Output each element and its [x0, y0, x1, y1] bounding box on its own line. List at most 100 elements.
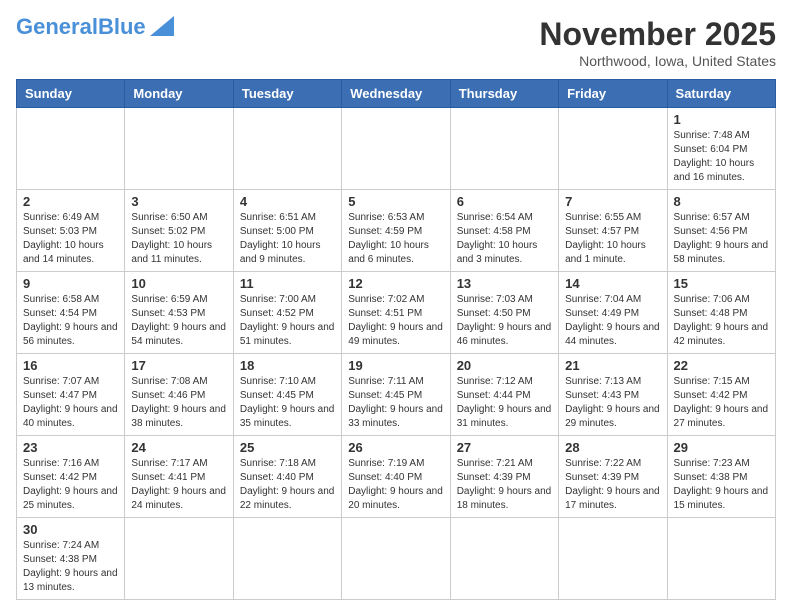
calendar-cell: 17Sunrise: 7:08 AM Sunset: 4:46 PM Dayli… — [125, 354, 233, 436]
day-info: Sunrise: 7:21 AM Sunset: 4:39 PM Dayligh… — [457, 457, 552, 513]
calendar-header-wednesday: Wednesday — [342, 80, 450, 108]
day-info: Sunrise: 6:51 AM Sunset: 5:00 PM Dayligh… — [240, 211, 335, 267]
calendar-header-thursday: Thursday — [450, 80, 558, 108]
day-number: 15 — [674, 276, 769, 291]
title-area: November 2025 Northwood, Iowa, United St… — [539, 16, 776, 69]
day-info: Sunrise: 7:17 AM Sunset: 4:41 PM Dayligh… — [131, 457, 226, 513]
logo-icon — [150, 16, 174, 36]
calendar-cell — [233, 518, 341, 600]
calendar-cell: 23 Sunrise: 7:16 AM Sunset: 4:42 PM Dayli… — [17, 436, 125, 518]
day-number: 11 — [240, 276, 335, 291]
calendar-cell: 16 Sunrise: 7:07 AM Sunset: 4:47 PM Dayli… — [17, 354, 125, 436]
calendar-cell: 14 Sunrise: 7:04 AM Sunset: 4:49 PM Dayli… — [559, 272, 667, 354]
calendar-week-4: 23 Sunrise: 7:16 AM Sunset: 4:42 PM Dayli… — [17, 436, 776, 518]
day-info: Sunrise: 7:48 AM Sunset: 6:04 PM Dayligh… — [674, 129, 769, 185]
day-info: Sunrise: 7:13 AM Sunset: 4:43 PM Dayligh… — [565, 375, 660, 431]
calendar-week-0: 1 Sunrise: 7:48 AM Sunset: 6:04 PM Daylig… — [17, 108, 776, 190]
month-title: November 2025 — [539, 16, 776, 53]
calendar-cell: 18 Sunrise: 7:10 AM Sunset: 4:45 PM Dayli… — [233, 354, 341, 436]
calendar-cell: 30Sunrise: 7:24 AM Sunset: 4:38 PM Dayli… — [17, 518, 125, 600]
day-number: 26 — [348, 440, 443, 455]
day-number: 10 — [131, 276, 226, 291]
day-number: 12 — [348, 276, 443, 291]
calendar-cell: 29Sunrise: 7:23 AM Sunset: 4:38 PM Dayli… — [667, 436, 775, 518]
calendar-cell: 2 Sunrise: 6:49 AM Sunset: 5:03 PM Daylig… — [17, 190, 125, 272]
calendar-cell: 11 Sunrise: 7:00 AM Sunset: 4:52 PM Dayli… — [233, 272, 341, 354]
calendar-cell: 13 Sunrise: 7:03 AM Sunset: 4:50 PM Dayli… — [450, 272, 558, 354]
day-info: Sunrise: 6:58 AM Sunset: 4:54 PM Dayligh… — [23, 293, 118, 349]
day-info: Sunrise: 6:49 AM Sunset: 5:03 PM Dayligh… — [23, 211, 118, 267]
day-info: Sunrise: 6:50 AM Sunset: 5:02 PM Dayligh… — [131, 211, 226, 267]
calendar-cell: 20 Sunrise: 7:12 AM Sunset: 4:44 PM Dayli… — [450, 354, 558, 436]
calendar-cell — [450, 108, 558, 190]
calendar-week-1: 2 Sunrise: 6:49 AM Sunset: 5:03 PM Daylig… — [17, 190, 776, 272]
day-number: 19 — [348, 358, 443, 373]
day-info: Sunrise: 7:03 AM Sunset: 4:50 PM Dayligh… — [457, 293, 552, 349]
calendar-header-row: SundayMondayTuesdayWednesdayThursdayFrid… — [17, 80, 776, 108]
day-number: 21 — [565, 358, 660, 373]
calendar-cell — [667, 518, 775, 600]
calendar-header-sunday: Sunday — [17, 80, 125, 108]
calendar-header-tuesday: Tuesday — [233, 80, 341, 108]
day-info: Sunrise: 6:53 AM Sunset: 4:59 PM Dayligh… — [348, 211, 443, 267]
logo-general: General — [16, 14, 98, 39]
calendar-cell: 3Sunrise: 6:50 AM Sunset: 5:02 PM Daylig… — [125, 190, 233, 272]
calendar-cell: 6Sunrise: 6:54 AM Sunset: 4:58 PM Daylig… — [450, 190, 558, 272]
day-number: 30 — [23, 522, 118, 537]
calendar-cell — [450, 518, 558, 600]
day-number: 1 — [674, 112, 769, 127]
calendar-cell: 9 Sunrise: 6:58 AM Sunset: 4:54 PM Daylig… — [17, 272, 125, 354]
day-number: 2 — [23, 194, 118, 209]
day-number: 20 — [457, 358, 552, 373]
logo: GeneralBlue — [16, 16, 174, 38]
day-number: 28 — [565, 440, 660, 455]
day-info: Sunrise: 6:57 AM Sunset: 4:56 PM Dayligh… — [674, 211, 769, 267]
calendar-cell: 26Sunrise: 7:19 AM Sunset: 4:40 PM Dayli… — [342, 436, 450, 518]
day-info: Sunrise: 7:10 AM Sunset: 4:45 PM Dayligh… — [240, 375, 335, 431]
calendar-cell: 24Sunrise: 7:17 AM Sunset: 4:41 PM Dayli… — [125, 436, 233, 518]
calendar-cell — [125, 108, 233, 190]
calendar-week-3: 16 Sunrise: 7:07 AM Sunset: 4:47 PM Dayli… — [17, 354, 776, 436]
calendar-cell: 7Sunrise: 6:55 AM Sunset: 4:57 PM Daylig… — [559, 190, 667, 272]
day-info: Sunrise: 7:00 AM Sunset: 4:52 PM Dayligh… — [240, 293, 335, 349]
day-number: 22 — [674, 358, 769, 373]
day-number: 9 — [23, 276, 118, 291]
calendar-cell: 8 Sunrise: 6:57 AM Sunset: 4:56 PM Daylig… — [667, 190, 775, 272]
calendar-cell — [17, 108, 125, 190]
day-info: Sunrise: 7:02 AM Sunset: 4:51 PM Dayligh… — [348, 293, 443, 349]
logo-blue: Blue — [98, 14, 146, 39]
day-number: 13 — [457, 276, 552, 291]
calendar-cell: 10Sunrise: 6:59 AM Sunset: 4:53 PM Dayli… — [125, 272, 233, 354]
day-number: 17 — [131, 358, 226, 373]
calendar-cell: 4Sunrise: 6:51 AM Sunset: 5:00 PM Daylig… — [233, 190, 341, 272]
calendar-cell — [125, 518, 233, 600]
calendar-week-2: 9 Sunrise: 6:58 AM Sunset: 4:54 PM Daylig… — [17, 272, 776, 354]
calendar-cell: 27Sunrise: 7:21 AM Sunset: 4:39 PM Dayli… — [450, 436, 558, 518]
day-number: 8 — [674, 194, 769, 209]
calendar-cell — [233, 108, 341, 190]
day-number: 6 — [457, 194, 552, 209]
header: GeneralBlue November 2025 Northwood, Iow… — [16, 16, 776, 69]
calendar-cell — [559, 518, 667, 600]
day-info: Sunrise: 7:07 AM Sunset: 4:47 PM Dayligh… — [23, 375, 118, 431]
day-info: Sunrise: 7:15 AM Sunset: 4:42 PM Dayligh… — [674, 375, 769, 431]
calendar-header-saturday: Saturday — [667, 80, 775, 108]
calendar-cell: 1 Sunrise: 7:48 AM Sunset: 6:04 PM Daylig… — [667, 108, 775, 190]
calendar-cell — [342, 518, 450, 600]
day-number: 18 — [240, 358, 335, 373]
day-info: Sunrise: 7:12 AM Sunset: 4:44 PM Dayligh… — [457, 375, 552, 431]
calendar-table: SundayMondayTuesdayWednesdayThursdayFrid… — [16, 79, 776, 600]
day-info: Sunrise: 7:16 AM Sunset: 4:42 PM Dayligh… — [23, 457, 118, 513]
day-number: 14 — [565, 276, 660, 291]
calendar-cell: 15Sunrise: 7:06 AM Sunset: 4:48 PM Dayli… — [667, 272, 775, 354]
calendar-cell: 22 Sunrise: 7:15 AM Sunset: 4:42 PM Dayli… — [667, 354, 775, 436]
day-number: 7 — [565, 194, 660, 209]
day-info: Sunrise: 7:18 AM Sunset: 4:40 PM Dayligh… — [240, 457, 335, 513]
day-number: 23 — [23, 440, 118, 455]
day-info: Sunrise: 7:04 AM Sunset: 4:49 PM Dayligh… — [565, 293, 660, 349]
calendar-cell: 21 Sunrise: 7:13 AM Sunset: 4:43 PM Dayli… — [559, 354, 667, 436]
day-number: 16 — [23, 358, 118, 373]
calendar-cell: 28Sunrise: 7:22 AM Sunset: 4:39 PM Dayli… — [559, 436, 667, 518]
calendar-cell: 5Sunrise: 6:53 AM Sunset: 4:59 PM Daylig… — [342, 190, 450, 272]
calendar-cell — [342, 108, 450, 190]
